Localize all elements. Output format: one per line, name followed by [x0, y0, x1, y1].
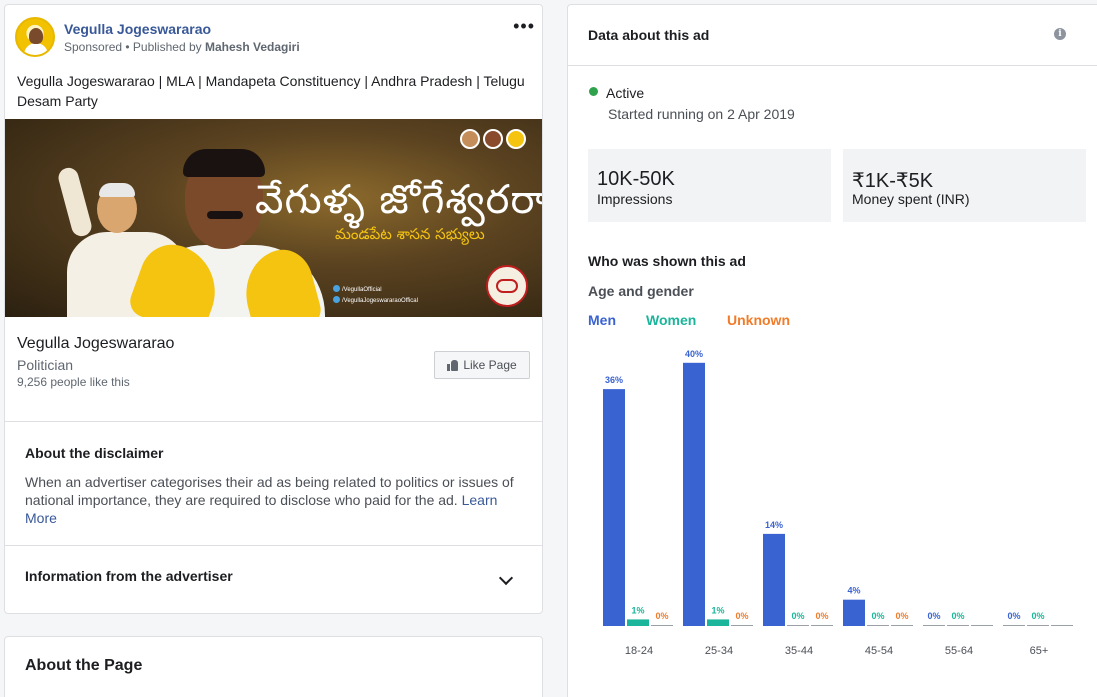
info-icon[interactable]: i [1054, 28, 1066, 40]
x-tick-label: 35-44 [785, 645, 813, 657]
legend-men[interactable]: Men [588, 312, 616, 328]
banner-subtitle: మండపేట శాసన సభ్యులు [335, 225, 485, 243]
page-info-name[interactable]: Vegulla Jogeswararao [17, 335, 174, 353]
bar-unknown-55-64[interactable] [971, 625, 993, 626]
bar-men-45-54[interactable] [843, 599, 865, 626]
bar-women-18-24[interactable] [627, 619, 649, 626]
active-status-dot [589, 87, 598, 96]
bar-men-65+[interactable] [1003, 625, 1025, 626]
banner-social-handle: /VegullaOfficial [333, 285, 418, 296]
bar-men-25-34[interactable] [683, 362, 705, 626]
page-info-likes: 9,256 people like this [17, 375, 130, 389]
impressions-value: 10K-50K [597, 168, 675, 190]
about-page-card: About the Page [4, 636, 543, 697]
about-page-title: About the Page [25, 657, 143, 674]
chevron-down-icon[interactable] [498, 570, 514, 586]
banner-social-handles: /VegullaOfficial /VegullaJogeswararaoOff… [333, 285, 418, 307]
bar-value-label: 0% [1007, 611, 1020, 621]
page-avatar[interactable] [15, 17, 55, 57]
bar-men-55-64[interactable] [923, 625, 945, 626]
money-spent-box: ₹1K-₹5K Money spent (INR) [843, 149, 1086, 222]
like-page-button[interactable]: Like Page [434, 351, 530, 379]
ad-preview-card: Vegulla Jogeswararao Sponsored • Publish… [4, 4, 543, 614]
disclaimer-body: When an advertiser categorises their ad … [25, 474, 514, 508]
x-tick-label: 25-34 [705, 645, 733, 657]
bar-value-label: 0% [951, 611, 964, 621]
sponsored-label: Sponsored [64, 40, 123, 54]
legend-unknown[interactable]: Unknown [727, 312, 790, 328]
money-spent-label: Money spent (INR) [852, 191, 970, 207]
banner-social-handle: /VegullaJogeswararaoOffical [333, 296, 418, 307]
bar-women-25-34[interactable] [707, 619, 729, 626]
ad-body-text: Vegulla Jogeswararao | MLA | Mandapeta C… [17, 73, 525, 109]
status-text: Active [606, 85, 645, 101]
who-shown-title: Who was shown this ad [588, 253, 746, 269]
bar-unknown-18-24[interactable] [651, 625, 673, 626]
bar-value-label: 1% [631, 605, 644, 615]
bar-unknown-35-44[interactable] [811, 625, 833, 626]
impressions-box: 10K-50K Impressions [588, 149, 831, 222]
ad-banner-image[interactable]: వేగుళ్ళ జోగేశ్వరరావు మండపేట శాసన సభ్యులు… [5, 119, 542, 317]
bar-women-65+[interactable] [1027, 625, 1049, 626]
bar-men-35-44[interactable] [763, 533, 785, 626]
x-tick-label: 65+ [1030, 645, 1049, 657]
ad-data-panel: Data about this ad i Active Started runn… [567, 4, 1097, 697]
age-gender-title: Age and gender [588, 283, 694, 299]
bar-value-label: 0% [815, 611, 828, 621]
bar-unknown-25-34[interactable] [731, 625, 753, 626]
bar-men-18-24[interactable] [603, 389, 625, 626]
publisher-name: Mahesh Vedagiri [204, 40, 300, 54]
age-gender-bar-chart: 36% 1% 0% 18-24 40% 1% 0% 25-34 14% 0% 0% 35-44 4% 0%… [603, 349, 1073, 657]
party-flag-icon [506, 129, 526, 149]
page-name-link[interactable]: Vegulla Jogeswararao [64, 21, 211, 37]
money-spent-value: ₹1K-₹5K [852, 170, 934, 192]
published-prefix: • Published by [122, 40, 205, 54]
more-options-icon[interactable]: ••• [513, 17, 535, 35]
x-tick-label: 18-24 [625, 645, 653, 657]
like-page-label: Like Page [463, 358, 517, 372]
bar-value-label: 36% [605, 375, 623, 385]
data-panel-title: Data about this ad [588, 27, 710, 43]
advertiser-info-toggle[interactable]: Information from the advertiser [25, 568, 233, 584]
legend-women[interactable]: Women [646, 312, 696, 328]
disclaimer-text: When an advertiser categorises their ad … [25, 473, 525, 527]
sponsored-line: Sponsored • Published by Mahesh Vedagiri [64, 40, 300, 54]
banner-person-center [125, 149, 325, 317]
x-tick-label: 55-64 [945, 645, 973, 657]
leader-portrait-icon [460, 129, 480, 149]
bar-value-label: 1% [711, 605, 724, 615]
impressions-label: Impressions [597, 191, 673, 207]
bar-value-label: 4% [847, 586, 860, 596]
bar-unknown-65+[interactable] [1051, 625, 1073, 626]
divider [5, 545, 542, 546]
bar-unknown-45-54[interactable] [891, 625, 913, 626]
leader-portrait-icon [483, 129, 503, 149]
disclaimer-title: About the disclaimer [25, 445, 164, 461]
x-tick-label: 45-54 [865, 645, 893, 657]
bar-value-label: 0% [735, 611, 748, 621]
bar-value-label: 0% [791, 611, 804, 621]
divider [5, 421, 542, 422]
ad-header: Vegulla Jogeswararao Sponsored • Publish… [15, 17, 535, 61]
bar-value-label: 0% [1031, 611, 1044, 621]
bar-value-label: 0% [655, 611, 668, 621]
thumbs-up-icon [447, 359, 459, 371]
bar-value-label: 0% [895, 611, 908, 621]
bar-value-label: 0% [871, 611, 884, 621]
started-running-text: Started running on 2 Apr 2019 [608, 106, 795, 122]
bar-women-45-54[interactable] [867, 625, 889, 626]
banner-leader-icons [460, 129, 526, 149]
bar-value-label: 40% [685, 349, 703, 359]
page-info-category: Politician [17, 357, 74, 373]
divider [568, 65, 1097, 66]
bar-value-label: 14% [765, 520, 783, 530]
bar-value-label: 0% [927, 611, 940, 621]
bar-women-35-44[interactable] [787, 625, 809, 626]
party-symbol-icon [486, 265, 528, 307]
bar-women-55-64[interactable] [947, 625, 969, 626]
